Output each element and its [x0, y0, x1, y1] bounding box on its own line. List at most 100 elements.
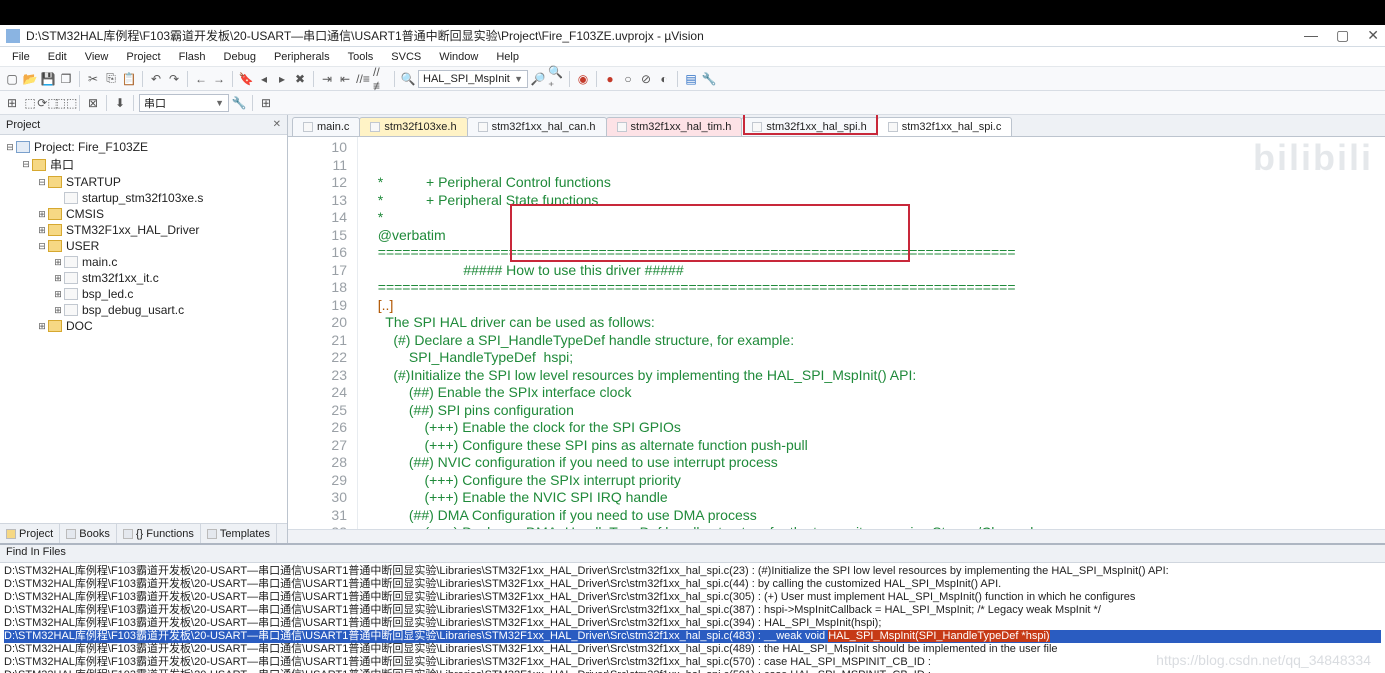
menu-debug[interactable]: Debug	[216, 49, 264, 65]
panel-tab[interactable]: {} Functions	[117, 524, 201, 543]
target-options-icon[interactable]: 🔧	[231, 95, 247, 111]
code-editor[interactable]: 1011121314151617181920212223242526272829…	[288, 137, 1385, 529]
file-tab[interactable]: stm32f1xx_hal_tim.h	[606, 117, 743, 136]
nav-fwd-icon[interactable]: →	[211, 71, 227, 87]
cut-icon[interactable]: ✂	[85, 71, 101, 87]
incremental-find-icon[interactable]: 🔍⁺	[548, 71, 564, 87]
bookmark-prev-icon[interactable]: ◂	[256, 71, 272, 87]
breakpoint-disable-icon[interactable]: ◐	[656, 71, 672, 87]
menu-svcs[interactable]: SVCS	[383, 49, 429, 65]
file-icon	[303, 122, 313, 132]
tree-label: STARTUP	[66, 175, 121, 189]
tree-label: bsp_led.c	[82, 287, 133, 301]
find-in-files-icon[interactable]: 🔎	[530, 71, 546, 87]
outdent-icon[interactable]: ⇤	[337, 71, 353, 87]
translate-icon[interactable]: ⊞	[4, 95, 20, 111]
menu-view[interactable]: View	[77, 49, 117, 65]
breakpoint-insert-icon[interactable]: ●	[602, 71, 618, 87]
titlebar: D:\STM32HAL库例程\F103霸道开发板\20-USART—串口通信\U…	[0, 25, 1385, 47]
save-all-icon[interactable]: ❐	[58, 71, 74, 87]
tree-node[interactable]: ⊞stm32f1xx_it.c	[0, 270, 287, 286]
debug-icon[interactable]: ◉	[575, 71, 591, 87]
file-tab[interactable]: stm32f1xx_hal_spi.c	[877, 117, 1013, 136]
file-tab[interactable]: main.c	[292, 117, 360, 136]
find-result-line[interactable]: D:\STM32HAL库例程\F103霸道开发板\20-USART—串口通信\U…	[4, 630, 1381, 643]
find-result-line[interactable]: D:\STM32HAL库例程\F103霸道开发板\20-USART—串口通信\U…	[4, 643, 1381, 656]
tree-label: DOC	[66, 319, 93, 333]
menu-window[interactable]: Window	[431, 49, 486, 65]
tree-node[interactable]: ⊞main.c	[0, 254, 287, 270]
file-tab[interactable]: stm32f1xx_hal_spi.h	[741, 117, 877, 136]
minimize-button[interactable]: —	[1304, 27, 1318, 44]
new-file-icon[interactable]: ▢	[4, 71, 20, 87]
tree-node[interactable]: startup_stm32f103xe.s	[0, 190, 287, 206]
tree-node[interactable]: ⊞CMSIS	[0, 206, 287, 222]
undo-icon[interactable]: ↶	[148, 71, 164, 87]
tree-node[interactable]: ⊟Project: Fire_F103ZE	[0, 139, 287, 155]
menu-peripherals[interactable]: Peripherals	[266, 49, 338, 65]
menu-edit[interactable]: Edit	[40, 49, 75, 65]
find-combo[interactable]: HAL_SPI_MspInit▼	[418, 70, 528, 88]
paste-icon[interactable]: 📋	[121, 71, 137, 87]
indent-icon[interactable]: ⇥	[319, 71, 335, 87]
target-combo[interactable]: 串口▼	[139, 94, 229, 112]
stop-build-icon[interactable]: ⊠	[85, 95, 101, 111]
find-icon[interactable]: 🔍	[400, 71, 416, 87]
file-icon	[64, 192, 78, 204]
bookmark-icon[interactable]: 🔖	[238, 71, 254, 87]
maximize-button[interactable]: ▢	[1336, 27, 1349, 44]
tree-node[interactable]: ⊟STARTUP	[0, 174, 287, 190]
bookmark-next-icon[interactable]: ▸	[274, 71, 290, 87]
menu-flash[interactable]: Flash	[171, 49, 214, 65]
find-panel-header: Find In Files	[0, 545, 1385, 563]
file-icon	[64, 272, 78, 284]
tree-node[interactable]: ⊟USER	[0, 238, 287, 254]
menu-file[interactable]: File	[4, 49, 38, 65]
file-icon	[888, 122, 898, 132]
menu-help[interactable]: Help	[488, 49, 527, 65]
tree-node[interactable]: ⊞DOC	[0, 318, 287, 334]
rebuild-icon[interactable]: ⟳⬚	[40, 95, 56, 111]
panel-close-icon[interactable]: ✕	[273, 119, 281, 130]
tree-node[interactable]: ⊟串口	[0, 155, 287, 174]
close-button[interactable]: ✕	[1367, 27, 1379, 44]
menu-project[interactable]: Project	[118, 49, 168, 65]
breakpoint-toggle-icon[interactable]: ○	[620, 71, 636, 87]
open-file-icon[interactable]: 📂	[22, 71, 38, 87]
window-icon[interactable]: ▤	[683, 71, 699, 87]
code-content[interactable]: * + Peripheral Control functions * + Per…	[358, 137, 1385, 529]
panel-tab[interactable]: Books	[60, 524, 117, 543]
find-result-line[interactable]: D:\STM32HAL库例程\F103霸道开发板\20-USART—串口通信\U…	[4, 591, 1381, 604]
editor-scrollbar-h[interactable]	[288, 529, 1385, 543]
project-tree[interactable]: ⊟Project: Fire_F103ZE⊟串口⊟STARTUPstartup_…	[0, 135, 287, 523]
panel-tab[interactable]: Project	[0, 524, 60, 543]
uncomment-icon[interactable]: //≢	[373, 71, 389, 87]
save-icon[interactable]: 💾	[40, 71, 56, 87]
redo-icon[interactable]: ↷	[166, 71, 182, 87]
copy-icon[interactable]: ⎘	[103, 71, 119, 87]
breakpoint-kill-icon[interactable]: ⊘	[638, 71, 654, 87]
nav-back-icon[interactable]: ←	[193, 71, 209, 87]
find-result-line[interactable]: D:\STM32HAL库例程\F103霸道开发板\20-USART—串口通信\U…	[4, 604, 1381, 617]
find-result-line[interactable]: D:\STM32HAL库例程\F103霸道开发板\20-USART—串口通信\U…	[4, 565, 1381, 578]
bookmark-clear-icon[interactable]: ✖	[292, 71, 308, 87]
panel-tab[interactable]: Templates	[201, 524, 277, 543]
tree-node[interactable]: ⊞bsp_debug_usart.c	[0, 302, 287, 318]
tree-node[interactable]: ⊞bsp_led.c	[0, 286, 287, 302]
find-result-line[interactable]: D:\STM32HAL库例程\F103霸道开发板\20-USART—串口通信\U…	[4, 617, 1381, 630]
menu-tools[interactable]: Tools	[340, 49, 382, 65]
find-results[interactable]: D:\STM32HAL库例程\F103霸道开发板\20-USART—串口通信\U…	[0, 563, 1385, 673]
comment-icon[interactable]: //≡	[355, 71, 371, 87]
tree-node[interactable]: ⊞STM32F1xx_HAL_Driver	[0, 222, 287, 238]
find-result-line[interactable]: D:\STM32HAL库例程\F103霸道开发板\20-USART—串口通信\U…	[4, 578, 1381, 591]
file-tab[interactable]: stm32f103xe.h	[359, 117, 467, 136]
find-result-line[interactable]: D:\STM32HAL库例程\F103霸道开发板\20-USART—串口通信\U…	[4, 656, 1381, 669]
build-icon[interactable]: ⬚	[22, 95, 38, 111]
manage-icon[interactable]: ⊞	[258, 95, 274, 111]
config-icon[interactable]: 🔧	[701, 71, 717, 87]
file-tab-label: stm32f1xx_hal_can.h	[492, 121, 596, 133]
find-result-line[interactable]: D:\STM32HAL库例程\F103霸道开发板\20-USART—串口通信\U…	[4, 669, 1381, 673]
download-icon[interactable]: ⬇	[112, 95, 128, 111]
batch-build-icon[interactable]: ⬚⬚	[58, 95, 74, 111]
file-tab[interactable]: stm32f1xx_hal_can.h	[467, 117, 607, 136]
